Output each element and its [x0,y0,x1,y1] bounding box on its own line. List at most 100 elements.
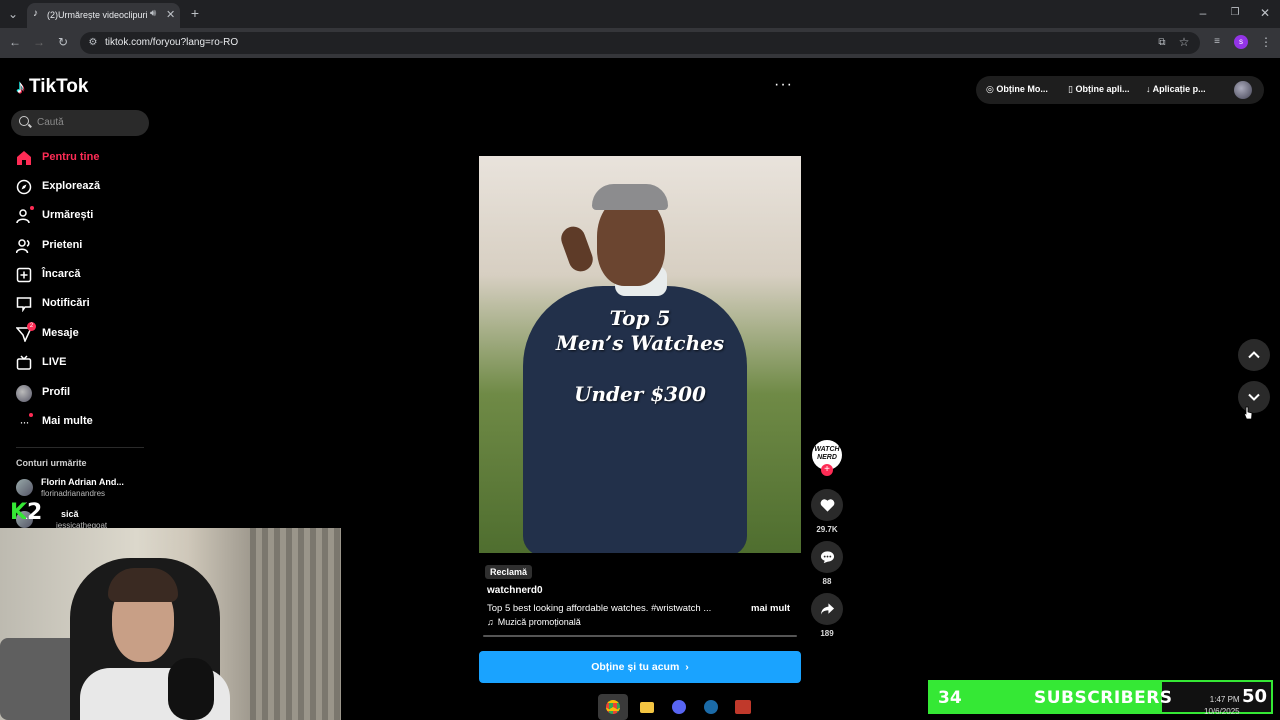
following-icon [16,206,34,224]
video-overlay-line3: Under $300 [574,382,706,406]
nav-item-friends[interactable]: Prieteni [16,236,82,256]
clock-date: 10/6/2025 [1204,707,1240,716]
mouse-cursor-icon [1243,406,1253,420]
previous-video-button[interactable] [1238,339,1270,371]
desktop-app-button[interactable]: ↓ Aplicație p... [1146,84,1206,94]
nav-item-messages[interactable]: 2 Mesaje [16,322,79,344]
account-name: Florin Adrian And... [41,477,124,487]
comment-icon [820,551,834,564]
sidebar-divider [16,447,144,448]
more-icon: ··· [16,413,33,430]
heart-icon [820,499,834,512]
close-window-icon[interactable]: ✕ [1258,6,1272,20]
nav-label: Urmărești [42,209,94,221]
subscriber-goal: 50 [1242,686,1268,707]
tab-close-icon[interactable]: ✕ [166,8,175,21]
video-music[interactable]: ♫ Muzică promoțională [487,617,581,627]
speaker-icon[interactable]: 🔊︎ [150,8,156,19]
nav-label: Profil [42,386,71,398]
discord-icon[interactable] [664,694,694,720]
steam-icon[interactable] [696,694,726,720]
notification-dot [30,206,34,210]
more-options-icon[interactable]: ··· [774,76,793,94]
install-app-icon[interactable]: ⧉ [1156,36,1168,50]
following-section-title: Conturi urmărite [16,458,87,468]
webcam-curtain [250,528,341,720]
nav-label: Mesaje [42,327,79,339]
video-editor-icon[interactable] [728,694,758,720]
share-icon [820,603,834,615]
cta-button[interactable]: Obține și tu acum › [479,651,801,683]
nav-item-notifications[interactable]: Notificări [16,294,90,314]
inbox-icon [16,296,32,312]
url-text: tiktok.com/foryou?lang=ro-RO [105,37,239,48]
like-button[interactable] [811,489,843,521]
taskbar [598,692,760,720]
nav-item-following[interactable]: Urmărești [16,206,93,226]
see-more-link[interactable]: mai mult [751,603,790,614]
back-icon[interactable]: ← [8,35,22,49]
restore-icon[interactable]: ❐ [1228,6,1242,20]
microphone-icon [168,658,214,720]
media-control-icon[interactable]: ≡ [1210,35,1224,49]
forward-icon[interactable]: → [32,35,46,49]
nav-label: LIVE [42,356,67,368]
avatar-icon [16,384,32,402]
search-placeholder: Caută [37,117,64,128]
file-explorer-icon[interactable] [632,694,662,720]
video-progress-bar[interactable] [483,635,797,637]
address-bar: ← → ↻ ⚙︎ tiktok.com/foryou?lang=ro-RO ⧉ … [0,28,1280,58]
friends-icon [16,238,32,254]
account-name: sică [61,509,79,519]
tiktok-logo[interactable]: ♪ TikTok [16,76,88,98]
account-handle: florinadrianandres [41,489,106,498]
get-app-button[interactable]: ▯ Obține apli... [1068,84,1129,95]
music-note-icon: ♫ [487,617,494,627]
get-coins-button[interactable]: ◎ Obține Mo... [986,84,1048,95]
download-icon: ↓ [1146,84,1153,94]
comment-count: 88 [822,577,832,586]
browser-tab[interactable]: ♪ (2)Urmărește videoclipuri p 🔊︎ ✕ [27,3,180,28]
new-tab-icon[interactable]: + [188,6,202,20]
video-overlay-line1: Top 5 [609,306,671,330]
video-figure-hand [557,223,597,275]
video-author[interactable]: watchnerd0 [487,585,543,596]
bookmark-star-icon[interactable]: ☆ [1178,35,1190,49]
nav-item-for-you[interactable]: Pentru tine [16,148,99,168]
nav-label: Explorează [42,180,101,192]
nav-item-profile[interactable]: Profil [16,383,70,403]
top-action-bar: ◎ Obține Mo... ▯ Obține apli... ↓ Aplica… [976,76,1264,104]
profile-icon[interactable]: s [1234,35,1248,49]
browser-menu-icon[interactable]: ⋮ [1260,35,1272,49]
user-avatar[interactable] [1234,81,1252,99]
tiktok-favicon-icon: ♪ [33,8,38,19]
like-count: 29.7K [816,525,838,534]
webcam-overlay [0,528,341,720]
logo-text: TikTok [29,76,89,97]
nav-item-upload[interactable]: Încarcă [16,265,81,285]
clock-time: 1:47 PM [1209,695,1240,704]
ad-badge: Reclamă [485,565,533,579]
nav-item-live[interactable]: LIVE [16,353,66,373]
follow-plus-icon[interactable]: + [821,464,833,476]
nav-item-more[interactable]: ··· Mai multe [16,412,93,432]
reload-icon[interactable]: ↻ [56,35,70,49]
video-figure-headband [592,184,668,210]
share-button[interactable] [811,593,843,625]
nav-label: Încarcă [42,268,81,280]
compass-icon [16,179,32,195]
comment-button[interactable] [811,541,843,573]
url-field[interactable]: ⚙︎ tiktok.com/foryou?lang=ro-RO ⧉ ☆ [80,32,1200,54]
video-player[interactable]: Top 5 Men’s Watches Under $300 [479,156,801,553]
chrome-taskbar-icon[interactable] [598,694,628,720]
search-input[interactable]: Caută [11,110,149,136]
nav-item-explore[interactable]: Explorează [16,177,100,197]
minimize-icon[interactable]: – [1196,6,1210,20]
chevron-down-icon [1248,393,1260,401]
cta-label: Obține și tu acum [591,661,680,673]
messages-badge: 2 [27,322,36,331]
tab-search-icon[interactable]: ⌄ [6,7,20,21]
music-title: Muzică promoțională [497,617,581,627]
browser-tab-bar: ⌄ ♪ (2)Urmărește videoclipuri p 🔊︎ ✕ + –… [0,0,1280,28]
site-info-icon[interactable]: ⚙︎ [88,36,98,50]
